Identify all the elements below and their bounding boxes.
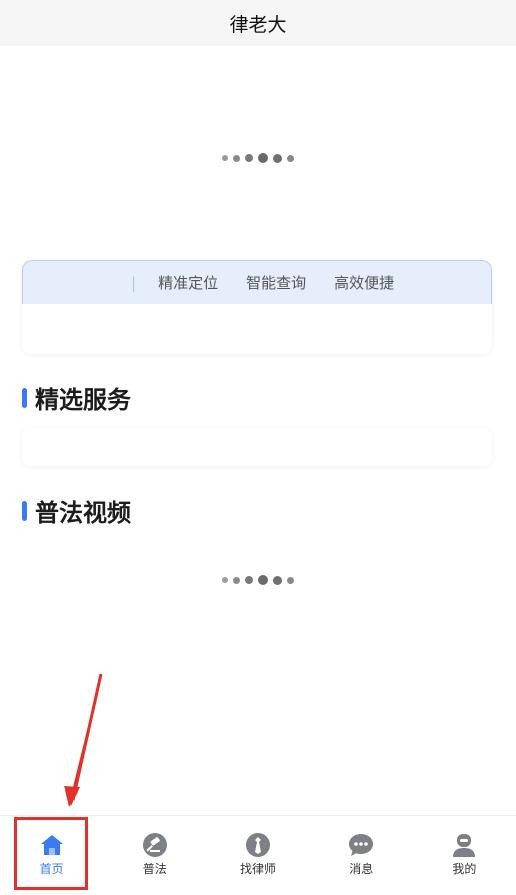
- tab-label: 普法: [142, 862, 167, 876]
- tab-label: 找律师: [240, 862, 277, 876]
- annotation-highlight-box: [14, 817, 88, 890]
- feature-card: | 精准定位 智能查询 高效便捷: [22, 260, 492, 354]
- tab-messages[interactable]: 消息: [310, 816, 413, 895]
- tab-find-lawyer[interactable]: 找律师: [206, 816, 309, 895]
- chat-icon: [347, 832, 375, 858]
- section-accent-bar: [22, 387, 27, 408]
- feature-tag: 高效便捷: [334, 274, 395, 292]
- section-title-services: 精选服务: [22, 380, 131, 415]
- tab-label: 我的: [452, 862, 477, 876]
- loading-indicator-banner: [0, 151, 516, 165]
- tab-label: 消息: [349, 862, 374, 876]
- tab-profile[interactable]: 我的: [413, 816, 516, 895]
- page-title: 律老大: [229, 13, 287, 36]
- feature-card-body: [22, 304, 492, 354]
- gavel-icon: [141, 832, 169, 858]
- section-title-videos: 普法视频: [22, 493, 131, 528]
- profile-icon: [450, 832, 478, 858]
- feature-tag: 智能查询: [246, 274, 307, 292]
- lawyer-icon: [244, 832, 272, 858]
- divider: |: [131, 273, 137, 292]
- app-header: 律老大: [0, 0, 516, 46]
- section-title-text: 精选服务: [35, 386, 131, 414]
- feature-tag: 精准定位: [158, 274, 219, 292]
- section-accent-bar: [22, 500, 27, 521]
- tab-law[interactable]: 普法: [103, 816, 206, 895]
- loading-indicator-videos: [0, 573, 516, 587]
- feature-tags-strip: | 精准定位 智能查询 高效便捷: [22, 260, 492, 304]
- section-title-text: 普法视频: [35, 499, 131, 527]
- services-list: [22, 428, 492, 466]
